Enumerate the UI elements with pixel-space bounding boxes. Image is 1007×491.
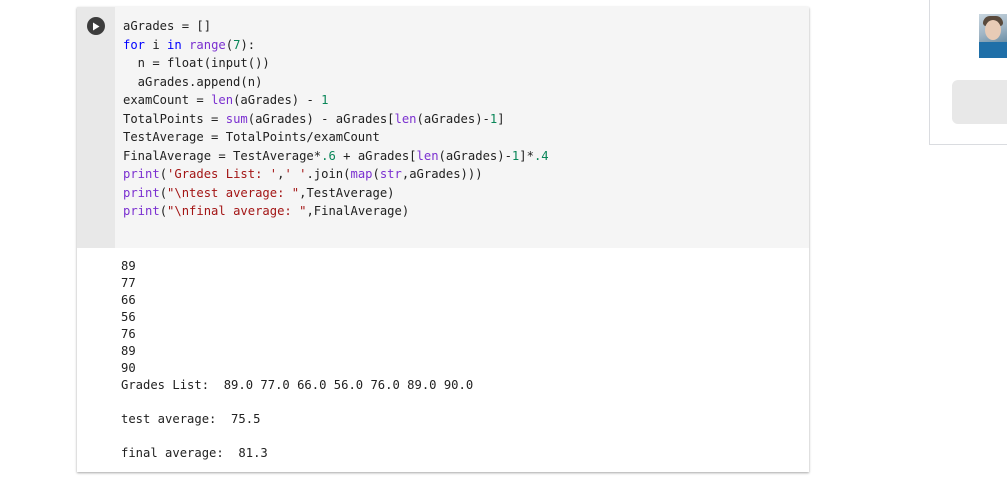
code-token: print	[123, 185, 160, 200]
code-token: ):	[240, 37, 256, 52]
code-token: len	[416, 148, 439, 163]
code-line: examCount = len(aGrades) - 1	[123, 91, 809, 110]
code-token: TotalPoints =	[123, 111, 226, 126]
play-icon	[93, 22, 100, 30]
code-token: ]*	[519, 148, 534, 163]
code-token: ' '	[284, 167, 307, 181]
code-token: sum	[225, 111, 248, 126]
code-token: (	[159, 204, 168, 218]
code-token: len	[394, 111, 417, 126]
code-token: .join(	[306, 167, 351, 181]
code-token: (	[159, 167, 168, 181]
code-token: ]	[497, 111, 505, 126]
code-token: str	[379, 167, 402, 181]
code-token: TestAverage = TotalPoints/examCount	[123, 130, 380, 144]
code-token: i	[145, 37, 168, 52]
user-avatar[interactable]	[979, 14, 1007, 58]
code-line: print("\ntest average: ",TestAverage)	[123, 184, 809, 203]
code-token: (aGrades) -	[233, 93, 322, 107]
code-token: aGrades.append(n)	[123, 74, 263, 89]
code-token: n = float(input())	[123, 56, 270, 70]
code-token: (	[372, 167, 380, 181]
code-cell[interactable]: aGrades = [] for i in range(7): n = float…	[77, 7, 809, 472]
code-token: ,TestAverage)	[299, 185, 395, 200]
code-line: print("\nfinal average: ",FinalAverage)	[123, 202, 809, 221]
cell-output: 89 77 66 56 76 89 90 Grades List: 89.0 77.0 66.…	[77, 248, 809, 472]
side-panel-button[interactable]	[952, 80, 1007, 124]
code-line: print('Grades List: ',' '.join(map(str,a…	[123, 165, 809, 184]
code-token: FinalAverage = TestAverage*	[123, 148, 322, 163]
cell-gutter	[77, 7, 115, 248]
output-line: Grades List: 89.0 77.0 66.0 56.0 76.0 89…	[121, 378, 474, 392]
code-token: (	[159, 185, 168, 200]
output-line: 77	[121, 276, 136, 290]
code-line: n = float(input())	[123, 54, 809, 73]
code-token: aGrades = []	[123, 19, 212, 33]
code-line: aGrades = []	[123, 17, 809, 36]
output-line: final average: 81.3	[121, 446, 268, 460]
avatar-shirt	[979, 42, 1007, 58]
run-cell-button[interactable]	[87, 17, 105, 35]
code-token: for	[123, 37, 146, 52]
code-line: TotalPoints = sum(aGrades) - aGrades[len…	[123, 110, 809, 129]
code-token: len	[211, 93, 234, 107]
code-token: + aGrades[	[335, 148, 417, 163]
code-text[interactable]: aGrades = [] for i in range(7): n = float…	[115, 7, 809, 221]
code-token: (	[225, 37, 234, 52]
code-token: examCount =	[123, 93, 212, 107]
avatar-face	[985, 20, 1001, 40]
code-line: for i in range(7):	[123, 36, 809, 55]
code-token: 'Grades List: '	[167, 167, 278, 181]
code-token: .6	[321, 148, 336, 163]
code-editor[interactable]: aGrades = [] for i in range(7): n = float…	[115, 7, 809, 248]
output-line: 89	[121, 259, 136, 273]
code-token: (aGrades) - aGrades[	[247, 111, 395, 126]
code-token: in	[167, 37, 182, 52]
output-line: 56	[121, 310, 136, 324]
code-token: "\nfinal average: "	[167, 204, 307, 218]
code-token: map	[350, 167, 373, 181]
code-line: FinalAverage = TestAverage*.6 + aGrades[…	[123, 147, 809, 166]
output-line: test average: 75.5	[121, 412, 261, 426]
output-line: 89	[121, 344, 136, 358]
output-line: 90	[121, 361, 136, 375]
output-line: 76	[121, 327, 136, 341]
code-token: (aGrades)-	[438, 148, 512, 163]
code-token: "\ntest average: "	[167, 185, 300, 200]
code-token: ,FinalAverage)	[306, 204, 410, 218]
code-line: TestAverage = TotalPoints/examCount	[123, 128, 809, 147]
output-line: 66	[121, 293, 136, 307]
output-text: 89 77 66 56 76 89 90 Grades List: 89.0 77.0 66.…	[77, 248, 809, 462]
code-token: .4	[533, 148, 549, 163]
code-token: (aGrades)-	[416, 111, 490, 126]
code-token: range	[189, 37, 226, 52]
side-panel	[929, 0, 1007, 145]
code-token: print	[123, 167, 160, 181]
code-token: ,aGrades)))	[401, 167, 483, 181]
code-line: aGrades.append(n)	[123, 73, 809, 92]
code-token: print	[123, 204, 160, 218]
code-token: 1	[321, 93, 329, 107]
